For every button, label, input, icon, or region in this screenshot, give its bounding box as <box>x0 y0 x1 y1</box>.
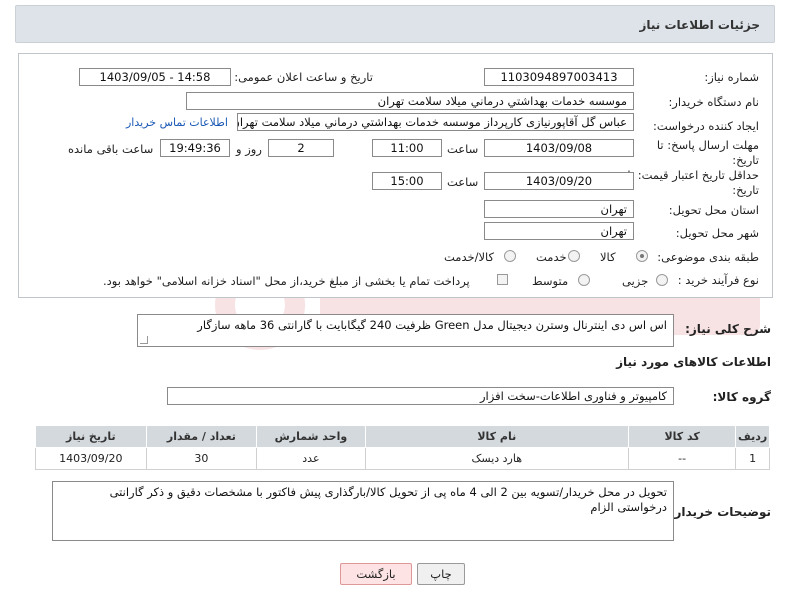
col-quantity-header: تعداد / مقدار <box>145 425 258 448</box>
buyer-contact-link[interactable]: اطلاعات تماس خریدار <box>126 116 228 129</box>
cell-date: 1403/09/20 <box>35 447 147 470</box>
process-medium-label: متوسط <box>532 274 569 288</box>
need-number-field: 1103094897003413 <box>484 68 634 86</box>
category-goods-radio[interactable] <box>636 250 648 262</box>
requester-label: ایجاد کننده درخواست: <box>653 119 759 133</box>
col-date-header: تاریخ نیاز <box>35 425 147 448</box>
description-text: اس اس دی اینترنال وسترن دیجیتال مدل Gree… <box>197 318 667 332</box>
description-textarea: اس اس دی اینترنال وسترن دیجیتال مدل Gree… <box>137 314 674 347</box>
col-unit-header: واحد شمارش <box>256 425 366 448</box>
process-medium-radio[interactable] <box>578 274 590 286</box>
cell-unit: عدد <box>256 447 366 470</box>
goods-group-label: گروه کالا: <box>712 390 771 404</box>
buyer-notes-textarea: تحویل در محل خریدار/تسویه بین 2 الی 4 ما… <box>52 481 674 541</box>
buyer-org-field: موسسه خدمات بهداشتي درماني ميلاد سلامت ت… <box>186 92 634 110</box>
buyer-notes-text: تحویل در محل خریدار/تسویه بین 2 الی 4 ما… <box>109 485 667 514</box>
back-button[interactable]: بازگشت <box>340 563 412 585</box>
cell-row-number: 1 <box>735 447 770 470</box>
remaining-time-field: 19:49:36 <box>160 139 230 157</box>
process-type-label: نوع فرآیند خرید : <box>677 273 759 287</box>
treasury-payment-note: پرداخت تمام یا بخشی از مبلغ خرید،از محل … <box>103 274 470 288</box>
deadline-date-field: 1403/09/08 <box>484 139 634 157</box>
print-button[interactable]: چاپ <box>417 563 465 585</box>
remaining-time-label: ساعت باقی مانده <box>68 142 154 156</box>
deadline-time-label: ساعت <box>447 142 479 156</box>
category-service-label: خدمت <box>536 250 567 264</box>
process-minor-label: جزیی <box>622 274 649 288</box>
goods-table: ردیف کد کالا نام کالا واحد شمارش تعداد /… <box>35 425 770 470</box>
validity-time-label: ساعت <box>447 175 479 189</box>
col-row-header: ردیف <box>735 425 770 448</box>
days-label: روز و <box>236 142 262 156</box>
buyer-notes-label: توضیحات خریدار: <box>669 505 771 519</box>
process-minor-radio[interactable] <box>656 274 668 286</box>
goods-section-title: اطلاعات کالاهای مورد نیاز <box>616 355 771 369</box>
announce-date-field: 1403/09/05 - 14:58 <box>79 68 231 86</box>
cell-name: هارد دیسک <box>364 447 629 470</box>
page-title: جزئیات اطلاعات نیاز <box>639 18 760 32</box>
cell-quantity: 30 <box>145 447 258 470</box>
deadline-label: مهلت ارسال پاسخ: تا تاریخ: <box>656 138 759 167</box>
deadline-time-field: 11:00 <box>372 139 442 157</box>
goods-group-field: کامپیوتر و فناوری اطلاعات-سخت افزار <box>167 387 674 405</box>
col-name-header: نام کالا <box>364 425 629 448</box>
requester-field: عباس گل آقاپورنیازی کارپرداز موسسه خدمات… <box>237 113 634 131</box>
province-label: استان محل تحویل: <box>668 203 759 217</box>
province-field: تهران <box>484 200 634 218</box>
table-header-row: ردیف کد کالا نام کالا واحد شمارش تعداد /… <box>35 425 770 448</box>
table-row: 1 -- هارد دیسک عدد 30 1403/09/20 <box>35 447 770 470</box>
category-goods-label: کالا <box>600 250 616 264</box>
need-number-label: شماره نیاز: <box>704 70 759 84</box>
validity-date-field: 1403/09/20 <box>484 172 634 190</box>
category-service-radio[interactable] <box>568 250 580 262</box>
city-label: شهر محل تحویل: <box>675 226 759 240</box>
days-remaining-field: 2 <box>268 139 334 157</box>
col-code-header: کد کالا <box>627 425 737 448</box>
treasury-payment-checkbox[interactable] <box>497 274 508 285</box>
buyer-org-label: نام دستگاه خریدار: <box>668 95 759 109</box>
category-both-radio[interactable] <box>504 250 516 262</box>
announce-date-label: تاریخ و ساعت اعلان عمومی: <box>234 70 373 84</box>
category-label: طبقه بندی موضوعی: <box>657 250 759 264</box>
category-both-label: کالا/خدمت <box>444 250 495 264</box>
validity-time-field: 15:00 <box>372 172 442 190</box>
description-label: شرح کلی نیاز: <box>685 322 771 336</box>
resize-grip-icon[interactable] <box>140 336 148 344</box>
city-field: تهران <box>484 222 634 240</box>
page-header: جزئیات اطلاعات نیاز <box>15 5 775 43</box>
cell-code: -- <box>627 447 737 470</box>
